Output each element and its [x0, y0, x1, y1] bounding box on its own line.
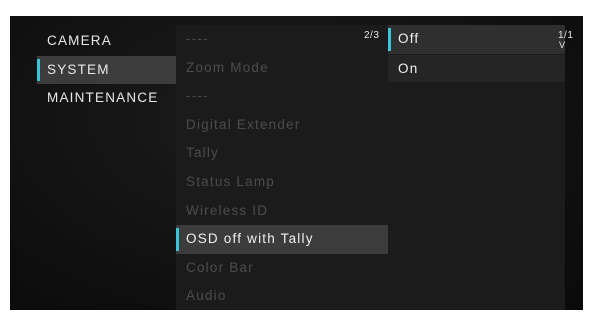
submenu-item-label: Tally [186, 145, 220, 161]
selection-marker [37, 58, 40, 82]
submenu-item-audio[interactable]: Audio [176, 282, 388, 310]
page-indicator: 2/3 [364, 30, 380, 41]
submenu-item-status-lamp[interactable]: Status Lamp [176, 168, 388, 197]
option-list: Off On 1/1 V [388, 25, 573, 310]
option-on[interactable]: On [388, 53, 565, 83]
system-submenu: ---- Zoom Mode ---- Digital Extender Tal… [176, 25, 388, 310]
submenu-item-osd-off-with-tally[interactable]: OSD off with Tally [176, 225, 388, 254]
submenu-item-label: OSD off with Tally [186, 231, 314, 247]
menu-item-camera[interactable]: CAMERA [37, 27, 177, 56]
submenu-item-label: Audio [186, 288, 227, 304]
menu-item-label: CAMERA [47, 33, 112, 48]
option-off[interactable]: Off [388, 25, 565, 54]
submenu-item-wireless-id[interactable]: Wireless ID [176, 197, 388, 226]
submenu-item-label: Color Bar [186, 259, 254, 275]
submenu-item-separator: ---- [176, 25, 388, 54]
menu-item-label: SYSTEM [47, 61, 110, 77]
submenu-item-label: ---- [186, 31, 209, 46]
selection-marker [388, 28, 391, 51]
option-label: Off [398, 31, 420, 46]
option-label: On [398, 60, 419, 76]
submenu-item-digital-extender[interactable]: Digital Extender [176, 111, 388, 140]
submenu-item-label: Status Lamp [186, 173, 275, 189]
submenu-item-color-bar[interactable]: Color Bar [176, 254, 388, 283]
submenu-item-label: ---- [186, 88, 209, 104]
osd-screen: CAMERA SYSTEM MAINTENANCE ---- Zoom Mode… [10, 16, 583, 310]
menu-item-system[interactable]: SYSTEM [37, 55, 177, 85]
menu-item-label: MAINTENANCE [47, 90, 159, 106]
scroll-down-icon: V [559, 40, 566, 50]
selection-marker [176, 228, 179, 251]
submenu-item-tally[interactable]: Tally [176, 139, 388, 168]
submenu-item-separator: ---- [176, 82, 388, 111]
submenu-item-label: Wireless ID [186, 202, 269, 218]
submenu-item-label: Zoom Mode [186, 59, 269, 75]
submenu-item-zoom-mode[interactable]: Zoom Mode [176, 54, 388, 83]
category-menu: CAMERA SYSTEM MAINTENANCE [37, 27, 177, 113]
menu-item-maintenance[interactable]: MAINTENANCE [37, 84, 177, 113]
submenu-item-label: Digital Extender [186, 116, 301, 132]
